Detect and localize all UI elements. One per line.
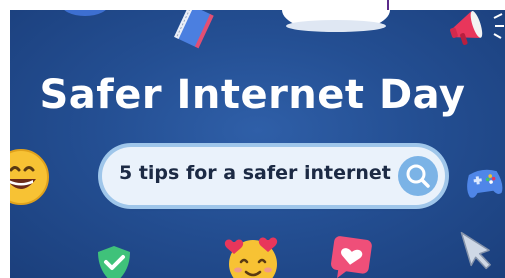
top-divider xyxy=(387,0,389,10)
notebook-icon xyxy=(174,10,214,49)
headline-title: Safer Internet Day xyxy=(39,72,466,118)
search-icon xyxy=(406,164,430,188)
game-controller-icon xyxy=(467,169,503,198)
cursor-arrow-icon xyxy=(460,231,491,270)
heart-eyes-emoji-icon xyxy=(224,237,278,278)
blob-icon xyxy=(64,10,106,16)
heart-bubble-icon xyxy=(331,236,372,278)
grinning-emoji-icon xyxy=(10,149,49,205)
shield-check-icon xyxy=(98,246,130,278)
video-frame: Safer Internet Day 5 tips for a safer in… xyxy=(0,0,505,278)
search-bar[interactable]: 5 tips for a safer internet xyxy=(102,147,445,205)
search-button[interactable] xyxy=(398,156,438,196)
cloud-icon xyxy=(282,10,390,32)
search-text: 5 tips for a safer internet xyxy=(119,162,391,184)
megaphone-icon xyxy=(450,11,504,45)
banner-background: Safer Internet Day 5 tips for a safer in… xyxy=(10,10,505,278)
